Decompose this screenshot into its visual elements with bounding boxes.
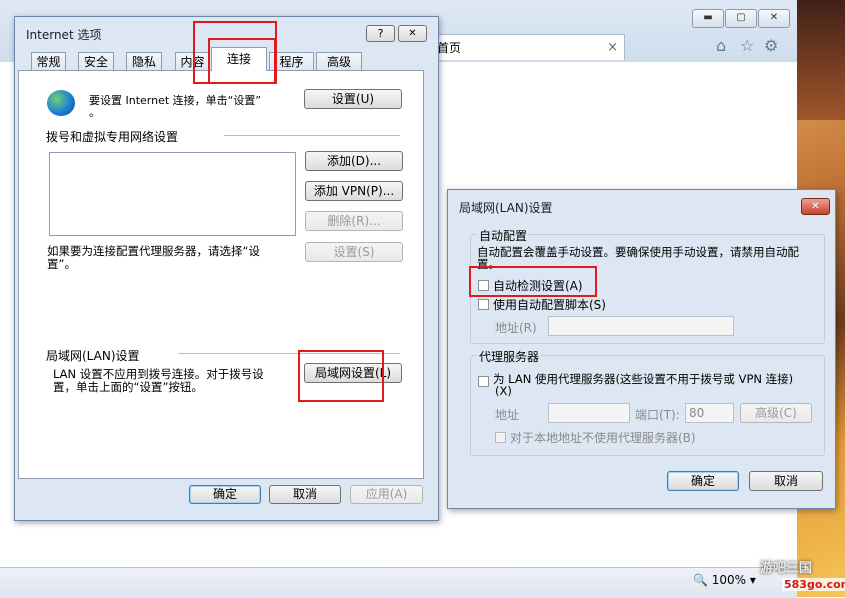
close-window-button[interactable]: ✕: [758, 9, 790, 28]
home-icon[interactable]: ⌂: [716, 36, 726, 55]
help-button[interactable]: ?: [366, 25, 395, 42]
proxy-address-label: 地址: [495, 408, 520, 422]
connections-list[interactable]: [49, 152, 296, 236]
use-script-checkbox[interactable]: [478, 299, 489, 310]
auto-config-header: 自动配置: [477, 227, 530, 244]
port-input[interactable]: 80: [685, 403, 734, 423]
tab-advanced[interactable]: 高级: [316, 52, 362, 70]
setup-button[interactable]: 设置(U): [304, 89, 402, 109]
proxy-note: 如果要为连接配置代理服务器，请选择“设: [47, 244, 260, 258]
auto-config-note: 自动配置会覆盖手动设置。要确保使用手动设置，请禁用自动配: [477, 245, 799, 259]
tab-security[interactable]: 安全: [78, 52, 114, 70]
proxy-address-input[interactable]: [548, 403, 630, 423]
script-address-label: 地址(R): [495, 321, 537, 335]
use-proxy-checkbox[interactable]: [478, 376, 489, 387]
lan-ok-button[interactable]: 确定: [667, 471, 739, 491]
script-address-input[interactable]: [548, 316, 734, 336]
zoom-control[interactable]: 🔍 100% ▾: [693, 573, 756, 587]
zoom-icon: 🔍: [693, 573, 708, 587]
maximize-button[interactable]: ▢: [725, 9, 757, 28]
bypass-local-checkbox[interactable]: [495, 432, 506, 443]
remove-button[interactable]: 删除(R)...: [305, 211, 403, 231]
lan-note-2: 置，单击上面的“设置”按钮。: [53, 380, 203, 394]
gear-icon[interactable]: ⚙: [764, 36, 778, 55]
apply-button[interactable]: 应用(A): [350, 485, 423, 504]
divider: [224, 135, 400, 137]
status-bar: [0, 567, 797, 598]
port-label: 端口(T):: [635, 408, 680, 422]
tab-connections[interactable]: 连接: [211, 47, 267, 71]
tab-general[interactable]: 常规: [31, 52, 66, 70]
globe-icon: [47, 90, 75, 116]
add-button[interactable]: 添加(D)...: [305, 151, 403, 171]
lan-section-header: 局域网(LAN)设置: [46, 349, 140, 363]
use-script-label[interactable]: 使用自动配置脚本(S): [493, 296, 606, 313]
watermark-url: 583go.com: [782, 578, 845, 591]
highlight-box: [469, 266, 597, 297]
settings-button[interactable]: 设置(S): [305, 242, 403, 262]
dialup-section-header: 拨号和虚拟专用网络设置: [46, 130, 179, 144]
advanced-button[interactable]: 高级(C): [740, 403, 812, 423]
add-vpn-button[interactable]: 添加 VPN(P)...: [305, 181, 403, 201]
highlight-box: [298, 350, 384, 402]
setup-text: 要设置 Internet 连接，单击“设置”: [89, 94, 262, 107]
zoom-level: 100%: [711, 573, 747, 587]
tab-close-icon[interactable]: ×: [607, 35, 618, 61]
dialog-title: Internet 选项: [26, 28, 102, 42]
setup-text-2: 。: [89, 106, 100, 119]
star-icon[interactable]: ☆: [740, 36, 754, 55]
tab-privacy[interactable]: 隐私: [126, 52, 162, 70]
chevron-down-icon: ▾: [749, 573, 756, 587]
desktop-wallpaper-top: [797, 0, 845, 120]
browser-tab-label: 首页: [437, 41, 462, 55]
bypass-local-label[interactable]: 对于本地地址不使用代理服务器(B): [510, 429, 696, 446]
close-dialog-button[interactable]: ✕: [398, 25, 427, 42]
proxy-header: 代理服务器: [477, 348, 542, 365]
minimize-button[interactable]: ▬: [692, 9, 724, 28]
ok-button[interactable]: 确定: [189, 485, 261, 504]
use-proxy-label[interactable]: 为 LAN 使用代理服务器(这些设置不用于拨号或 VPN 连接): [493, 371, 793, 387]
proxy-note-2: 置”。: [47, 257, 76, 271]
watermark-logo: 游吧三国: [760, 561, 813, 576]
lan-dialog-title: 局域网(LAN)设置: [459, 201, 553, 215]
lan-cancel-button[interactable]: 取消: [749, 471, 823, 491]
browser-tab-home[interactable]: 首页 ×: [432, 34, 625, 60]
use-proxy-label-2: (X): [495, 384, 512, 398]
cancel-button[interactable]: 取消: [269, 485, 341, 504]
close-lan-dialog-button[interactable]: ✕: [801, 198, 830, 215]
